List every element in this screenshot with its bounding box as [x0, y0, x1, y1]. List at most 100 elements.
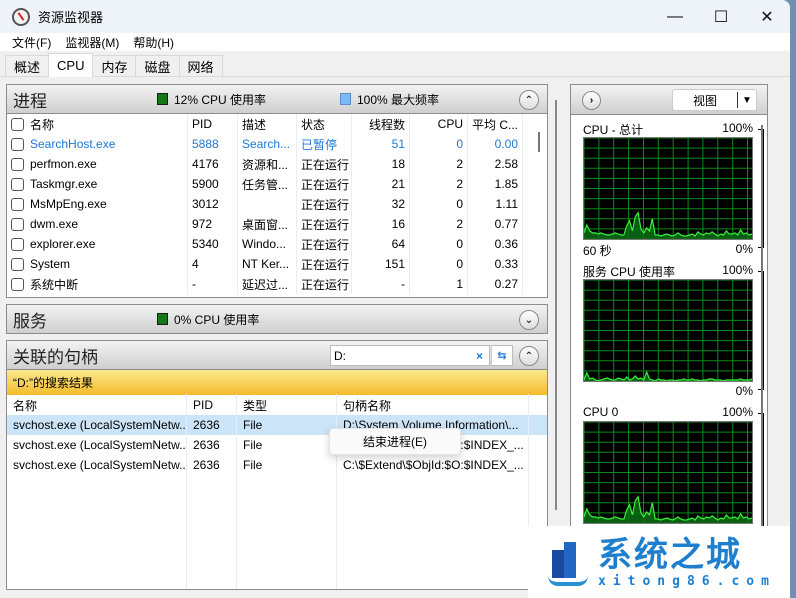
process-threads-cell: 64 — [352, 234, 410, 254]
col-handle-name[interactable]: 句柄名称 — [337, 394, 529, 416]
process-status-cell: 正在运行 — [297, 154, 352, 174]
process-row[interactable]: perfmon.exe 4176 资源和... 正在运行 18 2 2.58 — [7, 154, 547, 174]
process-pid-cell: 4 — [188, 254, 238, 274]
max-freq-text: 100% 最大频率 — [357, 92, 440, 107]
col-handle-type[interactable]: 类型 — [237, 394, 337, 416]
menu-end-process[interactable]: 结束进程(E) — [363, 433, 427, 450]
tab-cpu[interactable]: CPU — [48, 53, 94, 77]
process-checkbox[interactable] — [11, 177, 24, 191]
process-threads-cell: 32 — [352, 194, 410, 214]
services-header[interactable]: 服务 0% CPU 使用率 ⌄ — [6, 304, 548, 334]
process-cpu-cell: 2 — [410, 174, 468, 194]
process-description-cell: Windo... — [238, 234, 297, 254]
cpu-graph: CPU 0 100% — [583, 405, 767, 542]
process-checkbox[interactable] — [11, 137, 24, 151]
handles-header[interactable]: 关联的句柄 D: × ⇆ ⌃ — [6, 340, 548, 370]
handles-title: 关联的句柄 — [13, 347, 98, 367]
process-status-cell: 正在运行 — [297, 234, 352, 254]
handle-row[interactable]: svchost.exe (LocalSystemNetw...2636FileD… — [7, 415, 547, 435]
handle-row[interactable]: svchost.exe (LocalSystemNetw...2636FileD… — [7, 435, 547, 455]
process-avg-cpu-cell: 2.58 — [468, 154, 523, 174]
select-all-checkbox[interactable] — [11, 117, 24, 131]
process-row[interactable]: Taskmgr.exe 5900 任务管... 正在运行 21 2 1.85 — [7, 174, 547, 194]
view-dropdown[interactable]: 视图 ▼ — [672, 89, 757, 111]
process-status-cell: 正在运行 — [297, 174, 352, 194]
expand-services-button[interactable]: ⌄ — [519, 310, 539, 330]
process-cpu-cell: 0 — [410, 234, 468, 254]
process-checkbox[interactable] — [11, 237, 24, 251]
processes-header[interactable]: 进程 12% CPU 使用率 100% 最大频率 ⌃ — [6, 84, 548, 114]
process-pid-cell: 5888 — [188, 134, 238, 154]
cpu-graph: 服务 CPU 使用率 100% 0% — [583, 263, 767, 400]
left-pane: 进程 12% CPU 使用率 100% 最大频率 ⌃ 名称 PID 描述 ^状态… — [6, 84, 548, 590]
cpu-usage-text: 12% CPU 使用率 — [174, 92, 267, 107]
process-row[interactable]: SearchHost.exe 5888 Search... 已暂停 51 0 0.00 — [7, 134, 547, 154]
process-row[interactable]: dwm.exe 972 桌面窗... 正在运行 16 2 0.77 — [7, 214, 547, 234]
handle-process-cell: svchost.exe (LocalSystemNetw... — [7, 435, 187, 455]
watermark-title: 系统之城 — [598, 534, 742, 575]
process-checkbox[interactable] — [11, 217, 24, 231]
process-description-cell: 桌面窗... — [238, 214, 297, 234]
menu-file[interactable]: 文件(F) — [5, 34, 58, 51]
maximize-button[interactable]: ☐ — [698, 0, 744, 33]
resource-monitor-icon — [12, 7, 30, 26]
col-handle-pid[interactable]: PID — [187, 394, 237, 416]
process-avg-cpu-cell: 0.27 — [468, 274, 523, 294]
collapse-graphs-button[interactable]: › — [582, 91, 601, 110]
tab-memory[interactable]: 内存 — [92, 55, 137, 76]
process-checkbox[interactable] — [11, 157, 24, 171]
handle-row[interactable]: svchost.exe (LocalSystemNetw... 2636 File C… — [7, 455, 547, 475]
process-name-cell: System — [7, 254, 188, 274]
services-cpu-text: 0% CPU 使用率 — [174, 312, 260, 327]
watermark: 系统之城 xitong86.com — [528, 526, 790, 598]
process-avg-cpu-cell: 0.36 — [468, 234, 523, 254]
services-title: 服务 — [13, 311, 47, 331]
graph-title: 服务 CPU 使用率 — [583, 265, 676, 279]
process-status-cell: 正在运行 — [297, 194, 352, 214]
collapse-handles-button[interactable]: ⌃ — [519, 346, 539, 366]
handles-search-input[interactable]: D: × — [330, 345, 490, 366]
graphs-scrollbar[interactable] — [761, 125, 763, 595]
clear-search-icon[interactable]: × — [476, 349, 483, 363]
process-row[interactable]: explorer.exe 5340 Windo... 正在运行 64 0 0.36 — [7, 234, 547, 254]
handle-process-cell: svchost.exe (LocalSystemNetw... — [7, 455, 187, 475]
graph-time-label: 60 秒 — [583, 244, 612, 258]
pane-splitter[interactable] — [555, 100, 557, 510]
process-threads-cell: - — [352, 274, 410, 294]
scrollbar-thumb[interactable] — [538, 132, 540, 152]
process-checkbox[interactable] — [11, 257, 24, 271]
process-checkbox[interactable] — [11, 197, 24, 211]
process-description-cell: Search... — [238, 134, 297, 154]
graph-svg — [584, 280, 752, 381]
col-handle-process-name[interactable]: ^名称 — [7, 394, 187, 416]
close-button[interactable]: ✕ — [744, 0, 790, 33]
graph-min-label: 0% — [735, 384, 753, 398]
minimize-button[interactable]: — — [652, 0, 698, 33]
menu-monitor[interactable]: 监视器(M) — [58, 34, 126, 51]
graphs-header: › 视图 ▼ — [571, 85, 767, 115]
process-row[interactable]: MsMpEng.exe 3012 正在运行 32 0 1.11 — [7, 194, 547, 214]
search-refresh-icon[interactable]: ⇆ — [491, 345, 513, 366]
process-threads-cell: 51 — [352, 134, 410, 154]
graph-canvas — [583, 421, 753, 524]
process-description-cell — [238, 194, 297, 214]
graph-max-label: 100% — [722, 405, 753, 419]
process-row[interactable]: System 4 NT Ker... 正在运行 151 0 0.33 — [7, 254, 547, 274]
graph-max-label: 100% — [722, 263, 753, 277]
search-value: D: — [334, 348, 346, 363]
process-checkbox[interactable] — [11, 277, 24, 291]
process-status-cell: 正在运行 — [297, 214, 352, 234]
process-description-cell: 延迟过... — [238, 274, 297, 294]
handles-header-row: ^名称 PID 类型 句柄名称 — [7, 394, 547, 416]
processes-scrollbar[interactable] — [531, 114, 547, 297]
process-avg-cpu-cell: 1.11 — [468, 194, 523, 214]
view-label: 视图 — [692, 93, 717, 108]
process-row[interactable]: 系统中断 - 延迟过... 正在运行 -1 0.27 — [7, 274, 547, 294]
process-name-cell: MsMpEng.exe — [7, 194, 188, 214]
handles-table: “D:”的搜索结果 ^名称 PID 类型 句柄名称 svchost.exe (L… — [6, 370, 548, 590]
tab-disk[interactable]: 磁盘 — [135, 55, 180, 76]
menu-help[interactable]: 帮助(H) — [126, 34, 181, 51]
tab-network[interactable]: 网络 — [178, 55, 223, 76]
collapse-processes-button[interactable]: ⌃ — [519, 90, 539, 110]
tab-overview[interactable]: 概述 — [5, 55, 50, 76]
